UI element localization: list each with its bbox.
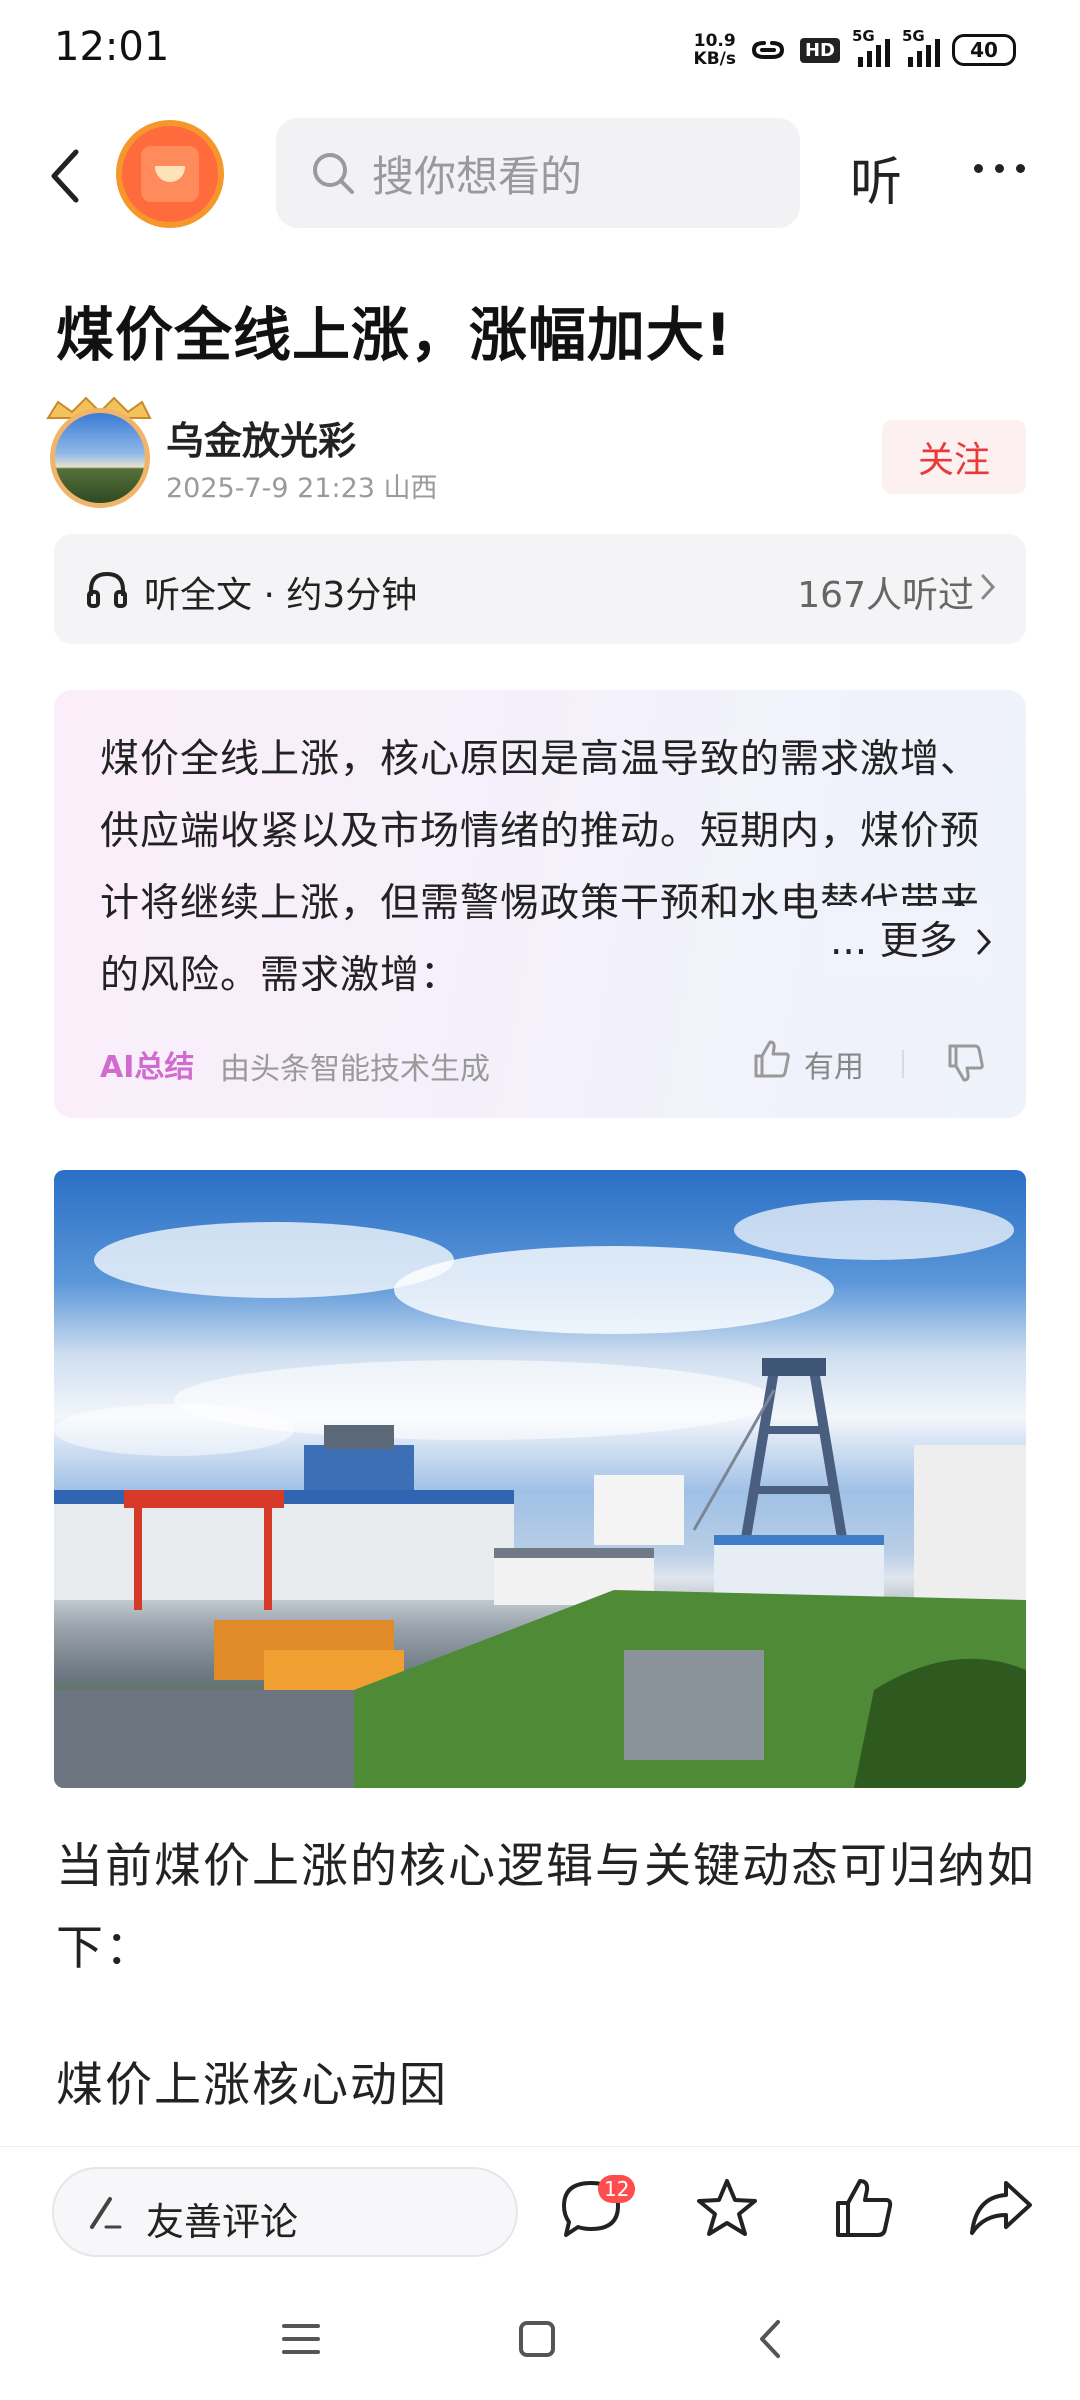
pen-icon	[90, 2197, 122, 2229]
more-options-icon[interactable]	[974, 164, 1025, 173]
coal-mine-photo	[54, 1200, 1026, 1788]
ai-summary-more-link[interactable]: ... 更多	[824, 906, 992, 978]
back-nav-icon[interactable]	[746, 2314, 796, 2364]
search-input[interactable]: 搜你想看的	[276, 118, 800, 228]
ai-summary-card[interactable]: 煤价全线上涨，核心原因是高温导致的需求激增、供应端收紧以及市场情绪的推动。短期内…	[54, 690, 1026, 1118]
home-icon[interactable]	[512, 2314, 562, 2364]
more-dot	[1016, 164, 1025, 173]
app-logo-icon[interactable]	[116, 120, 224, 228]
signal-bar	[917, 51, 922, 67]
search-icon	[313, 153, 354, 194]
author-name[interactable]: 乌金放光彩	[166, 410, 356, 465]
network-type-1: 5G	[852, 27, 875, 45]
signal-bar	[908, 57, 913, 67]
listen-label: 听全文 · 约3分钟	[144, 575, 418, 616]
article-title: 煤价全线上涨，涨幅加大!	[56, 301, 733, 369]
signal-5g-icon-2: 5G	[902, 27, 940, 67]
signal-bar	[926, 45, 931, 67]
ai-summary-badge: AI总结	[100, 1050, 195, 1085]
chevron-right-icon	[977, 929, 992, 955]
link-icon	[751, 41, 784, 59]
back-arrow-icon[interactable]	[44, 146, 88, 206]
status-time: 12:01	[54, 24, 170, 70]
follow-button[interactable]: 关注	[882, 420, 1026, 494]
comment-placeholder: 友善评论	[146, 2200, 299, 2244]
bottom-action-bar: 友善评论 12	[0, 2146, 1080, 2286]
signal-bar	[876, 45, 881, 67]
signal-bar	[885, 39, 890, 67]
thumbs-up-icon[interactable]	[750, 1038, 792, 1080]
comment-input[interactable]: 友善评论	[52, 2167, 518, 2257]
signal-bar	[867, 51, 872, 67]
search-placeholder: 搜你想看的	[372, 151, 583, 201]
status-bar: 12:01 10.9 KB/s HD 5G 5G 40	[0, 0, 1080, 100]
article-paragraph: 当前煤价上涨的核心逻辑与关键动态可归纳如下：	[56, 1839, 1036, 1976]
app-logo-mouth	[155, 166, 185, 182]
chevron-right-icon	[981, 574, 996, 600]
battery-level: 40	[970, 38, 998, 62]
article-page: 12:01 10.9 KB/s HD 5G 5G 40 搜你想看的 听 煤价全线…	[0, 0, 1080, 2400]
listen-count: 167人听过	[797, 575, 974, 616]
network-speed-unit: KB/s	[693, 49, 736, 69]
author-avatar[interactable]	[50, 408, 150, 508]
more-label: ... 更多	[830, 919, 958, 964]
network-speed-value: 10.9	[693, 31, 736, 51]
publish-info: 2025-7-9 21:23 山西	[166, 473, 438, 504]
thumbs-down-icon[interactable]	[944, 1042, 986, 1084]
system-navigation-bar	[0, 2286, 1080, 2400]
battery-icon: 40	[952, 34, 1016, 66]
like-icon[interactable]	[828, 2173, 898, 2243]
article-image[interactable]	[54, 1170, 1026, 1788]
useful-label[interactable]: 有用	[804, 1042, 864, 1086]
top-navigation: 搜你想看的 听	[0, 118, 1080, 228]
star-icon[interactable]	[692, 2173, 762, 2243]
signal-bar	[935, 39, 940, 67]
share-icon[interactable]	[966, 2173, 1036, 2243]
comment-count-badge: 12	[598, 2175, 636, 2203]
divider	[902, 1050, 904, 1078]
hd-badge: HD	[799, 37, 840, 63]
listen-button[interactable]: 听	[850, 140, 902, 215]
more-dot	[995, 164, 1004, 173]
more-dot	[974, 164, 983, 173]
signal-bar	[858, 57, 863, 67]
headphone-icon	[87, 571, 127, 608]
ai-summary-source: 由头条智能技术生成	[220, 1052, 490, 1087]
network-type-2: 5G	[902, 27, 925, 45]
app-logo-mascot	[141, 146, 199, 202]
network-speed: 10.9 KB/s	[694, 32, 736, 68]
signal-5g-icon-1: 5G	[852, 27, 890, 67]
listen-full-text-bar[interactable]: 听全文 · 约3分钟 167人听过	[54, 534, 1026, 644]
status-icons: 10.9 KB/s HD 5G 5G 40	[694, 27, 1016, 72]
article-section-heading: 煤价上涨核心动因	[56, 2058, 448, 2113]
menu-icon[interactable]	[276, 2314, 326, 2364]
